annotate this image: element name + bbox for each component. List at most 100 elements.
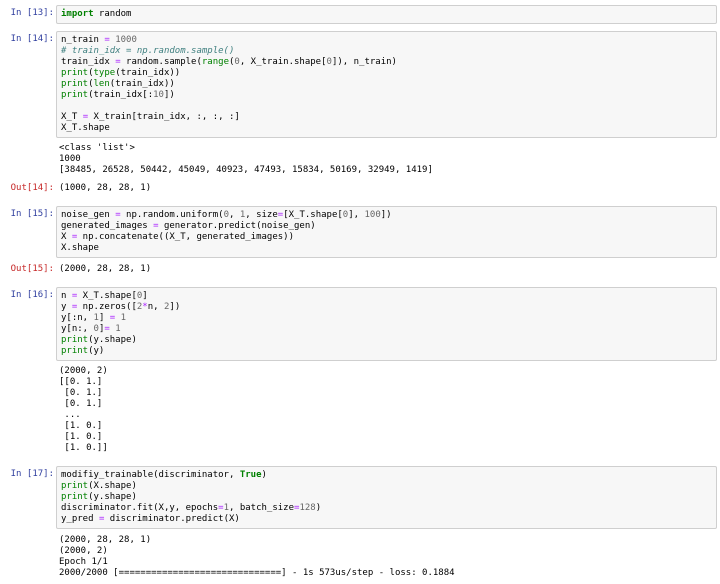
code-token: n, xyxy=(147,302,164,312)
code-token: X.shape xyxy=(61,243,99,253)
code-token: y[:n, xyxy=(61,313,94,323)
code-line: # train_idx = np.random.sample() xyxy=(61,46,712,57)
code-token: ]) xyxy=(380,210,392,220)
code-token: ] xyxy=(98,313,110,323)
code-token: 1000 xyxy=(115,35,137,45)
code-token: noise_gen xyxy=(61,210,116,220)
stream-line: [[0. 1.] xyxy=(59,377,103,387)
stream-output: (2000, 28, 28, 1) (2000, 2) Epoch 1/1 2000/… xyxy=(59,535,714,579)
code-token: 100 xyxy=(364,210,381,220)
code-token: # train_idx = np.random.sample() xyxy=(61,46,235,56)
stream-line: [1. 0.] xyxy=(59,432,103,442)
stream-line: [1. 0.] xyxy=(59,421,103,431)
in-prompt: In [14]: xyxy=(10,34,54,44)
code-token: , xyxy=(228,210,240,220)
code-line: modifiy_trainable(discriminator, True) xyxy=(61,470,712,481)
stream-line: ... xyxy=(59,410,81,420)
code-line: print(y.shape) xyxy=(61,492,712,503)
code-line: n_train = 1000 xyxy=(61,35,712,46)
code-token: y xyxy=(61,302,72,312)
code-line: X.shape xyxy=(61,243,712,254)
stream-line: (2000, 28, 28, 1) xyxy=(59,535,152,545)
code-token: ]) xyxy=(169,302,181,312)
stream-line: (2000, 2) xyxy=(59,546,108,556)
code-line: noise_gen = np.random.uniform(0, 1, size… xyxy=(61,210,712,221)
code-token: modifiy_trainable(discriminator, xyxy=(61,470,240,480)
stream-output: <class 'list'> 1000 [38485, 26528, 50442, … xyxy=(59,143,714,176)
code-token: print xyxy=(61,492,89,502)
code-token: ]) xyxy=(163,90,175,100)
stream-line: [0. 1.] xyxy=(59,388,103,398)
code-line: train_idx = random.sample(range(0, X_tra… xyxy=(61,57,712,68)
code-token: (X.shape) xyxy=(88,481,137,491)
stream-line: [1. 0.]] xyxy=(59,443,108,453)
out-prompt: Out[15]: xyxy=(10,264,54,274)
code-input[interactable]: n_train = 1000 # train_idx = np.random.sa… xyxy=(56,31,717,138)
code-token: print xyxy=(61,79,89,89)
stream-line: (2000, 2) xyxy=(59,366,108,376)
code-token: np.concatenate((X_T, generated_images)) xyxy=(77,232,295,242)
code-token: (train_idx)) xyxy=(115,68,181,78)
code-line: X_T.shape xyxy=(61,123,712,134)
code-input[interactable]: n = X_T.shape[0] y = np.zeros([2*n, 2]) y[… xyxy=(56,287,717,361)
code-token: (train_idx)) xyxy=(109,79,175,89)
code-token: print xyxy=(61,68,89,78)
code-token: X_T.shape xyxy=(61,123,110,133)
code-token: True xyxy=(239,470,262,480)
code-line: print(train_idx[:10]) xyxy=(61,90,712,101)
code-line: y = np.zeros([2*n, 2]) xyxy=(61,302,712,313)
code-token: len xyxy=(93,79,110,89)
code-line: print(y.shape) xyxy=(61,335,712,346)
code-token: ] xyxy=(142,291,148,301)
code-token: ) xyxy=(315,503,322,513)
code-token: n xyxy=(61,291,72,301)
code-token: 1 xyxy=(120,313,127,323)
code-token: random.sample( xyxy=(120,57,202,67)
out-prompt: Out[14]: xyxy=(10,183,54,193)
result-value: (2000, 28, 28, 1) xyxy=(59,264,152,274)
stream-line: [0. 1.] xyxy=(59,399,103,409)
code-line: X = np.concatenate((X_T, generated_image… xyxy=(61,232,712,243)
code-token: 10 xyxy=(153,90,164,100)
code-token: [X_T.shape[ xyxy=(283,210,343,220)
in-prompt: In [15]: xyxy=(10,209,54,219)
code-input[interactable]: noise_gen = np.random.uniform(0, 1, size… xyxy=(56,206,717,258)
code-token: ) xyxy=(261,470,267,480)
code-line: print(y) xyxy=(61,346,712,357)
code-token: 128 xyxy=(299,503,316,513)
code-token: X_T.shape[ xyxy=(77,291,137,301)
code-token: type xyxy=(93,68,116,78)
code-token: X_train[train_idx, :, :, :] xyxy=(88,112,240,122)
in-prompt: In [13]: xyxy=(10,8,54,18)
code-line: print(X.shape) xyxy=(61,481,712,492)
code-token: np.zeros([ xyxy=(77,302,137,312)
code-token: import xyxy=(61,9,94,19)
code-line: y_pred = discriminator.predict(X) xyxy=(61,514,712,525)
code-line: print(len(train_idx)) xyxy=(61,79,712,90)
code-token: n_train xyxy=(61,35,105,45)
code-token: print xyxy=(61,346,89,356)
result-output: (1000, 28, 28, 1) xyxy=(59,183,714,194)
stream-line: <class 'list'> xyxy=(59,143,135,153)
code-token: (y) xyxy=(88,346,105,356)
code-token: X xyxy=(61,232,72,242)
result-output: (2000, 28, 28, 1) xyxy=(59,264,714,275)
stream-line: Epoch 1/1 xyxy=(59,557,108,567)
code-token: discriminator.fit(X,y, epochs xyxy=(61,503,219,513)
code-token: generator.predict(noise_gen) xyxy=(158,221,316,231)
code-token: random xyxy=(93,9,132,19)
code-token: print xyxy=(61,481,89,491)
result-value: (1000, 28, 28, 1) xyxy=(59,183,152,193)
code-token: range xyxy=(201,57,229,67)
code-input[interactable]: modifiy_trainable(discriminator, True) pr… xyxy=(56,466,717,529)
code-line: print(type(train_idx)) xyxy=(61,68,712,79)
code-token: discriminator.predict(X) xyxy=(104,514,240,524)
code-token: np.random.uniform( xyxy=(120,210,224,220)
code-input[interactable]: import random xyxy=(56,5,717,24)
code-line: generated_images = generator.predict(noi… xyxy=(61,221,712,232)
code-token: y[n:, xyxy=(61,324,94,334)
stream-output: (2000, 2) [[0. 1.] [0. 1.] [0. 1.] ... [1… xyxy=(59,366,714,454)
code-line: y[:n, 1] = 1 xyxy=(61,313,712,324)
code-line: X_T = X_train[train_idx, :, :, :] xyxy=(61,112,712,123)
code-line: import random xyxy=(61,9,712,20)
